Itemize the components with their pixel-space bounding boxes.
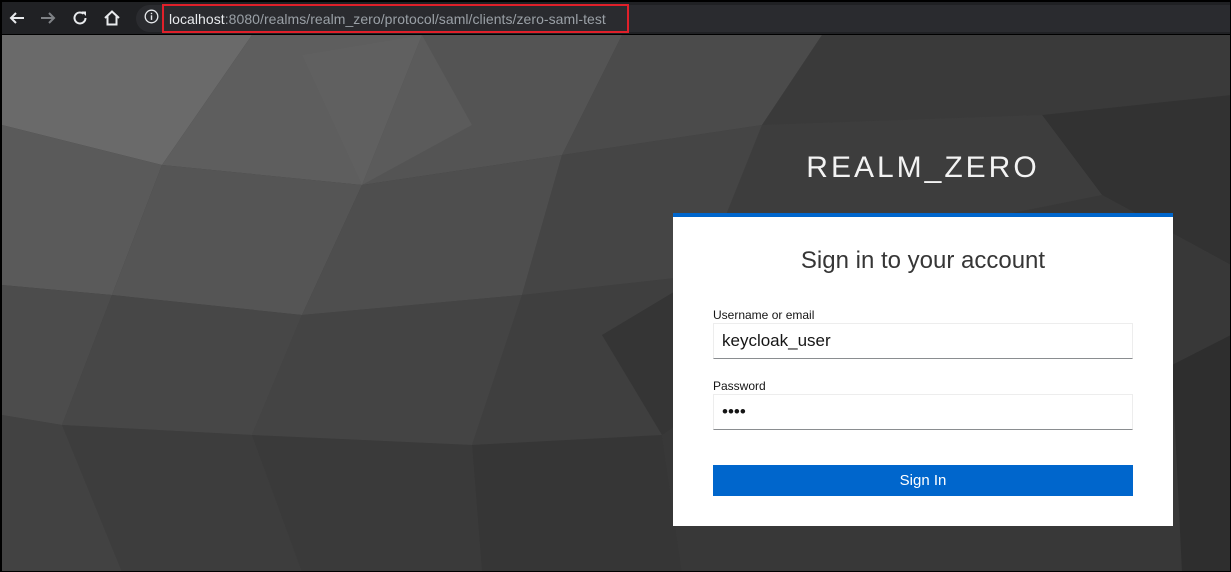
password-input[interactable] — [713, 394, 1133, 430]
login-page: REALM_ZERO Sign in to your account Usern… — [2, 35, 1230, 571]
sign-in-button[interactable]: Sign In — [713, 465, 1133, 496]
reload-button[interactable] — [68, 6, 92, 30]
home-icon — [104, 10, 120, 26]
realm-title: REALM_ZERO — [806, 151, 1040, 184]
username-input[interactable] — [713, 323, 1133, 359]
forward-arrow-icon — [41, 12, 56, 24]
url-host: localhost — [169, 10, 225, 27]
info-icon[interactable] — [144, 9, 159, 24]
login-heading: Sign in to your account — [800, 247, 1046, 274]
url-path: :8080/realms/realm_zero/protocol/saml/cl… — [224, 10, 606, 27]
password-label: Password — [713, 379, 766, 393]
browser-window: localhost:8080/realms/realm_zero/protoco… — [0, 0, 1231, 572]
reload-icon — [73, 11, 87, 25]
login-card: Sign in to your account Username or emai… — [673, 213, 1173, 526]
username-label: Username or email — [713, 308, 815, 322]
back-arrow-icon — [9, 12, 24, 24]
back-button[interactable] — [5, 6, 29, 30]
forward-button[interactable] — [36, 6, 60, 30]
url-text[interactable]: localhost:8080/realms/realm_zero/protoco… — [162, 4, 629, 33]
home-button[interactable] — [100, 6, 124, 30]
